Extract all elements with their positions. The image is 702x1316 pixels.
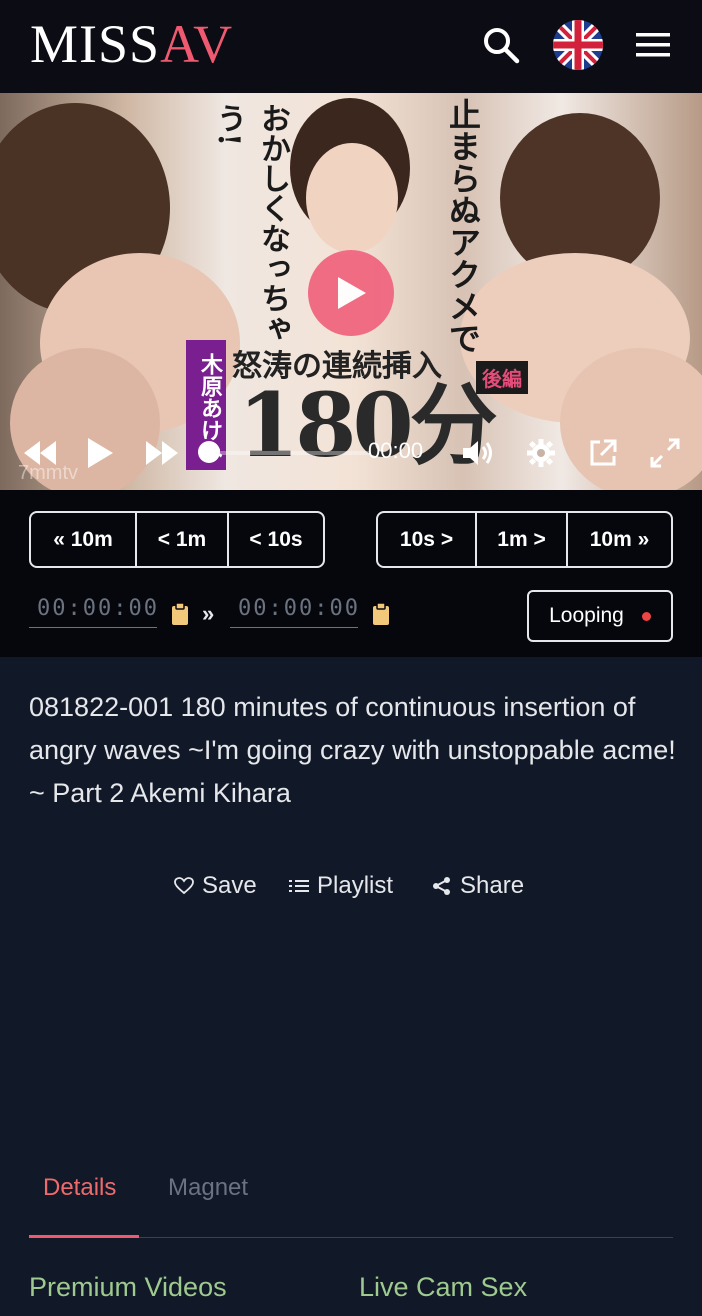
- seek-forward-10m-button[interactable]: 10m »: [568, 513, 671, 566]
- settings-icon[interactable]: [524, 433, 558, 473]
- current-time: 00:00: [368, 438, 424, 463]
- seek-back-10m-button[interactable]: « 10m: [31, 513, 137, 566]
- looping-label: Looping: [549, 604, 624, 627]
- playlist-button[interactable]: Playlist: [289, 866, 393, 906]
- uk-flag-icon[interactable]: [552, 19, 604, 71]
- premium-videos-link[interactable]: Premium Videos: [29, 1272, 227, 1303]
- search-icon[interactable]: [478, 22, 524, 68]
- details-tabs: Details Magnet: [29, 1166, 673, 1238]
- seek-bar[interactable]: [210, 451, 370, 455]
- top-navbar: MISSAV: [0, 0, 702, 93]
- thumbnail-number: 180分: [238, 373, 498, 477]
- thumbnail-text-left: おかしくなっちゃう!: [211, 103, 290, 343]
- range-separator: »: [202, 601, 215, 626]
- loop-end-input[interactable]: 00:00:00: [230, 596, 358, 628]
- seek-back-10s-button[interactable]: < 10s: [229, 513, 323, 566]
- video-player[interactable]: おかしくなっちゃう! 止まらぬアクメで 木原あけみ 怒涛の連続挿入 後編 180…: [0, 93, 702, 490]
- tab-magnet[interactable]: Magnet: [168, 1174, 248, 1202]
- seek-back-group: « 10m < 1m < 10s: [29, 511, 325, 568]
- list-icon: [289, 880, 309, 892]
- seek-forward-10s-button[interactable]: 10s >: [378, 513, 477, 566]
- fast-forward-icon[interactable]: [142, 433, 182, 473]
- site-logo[interactable]: MISSAV: [30, 14, 233, 74]
- looping-toggle-button[interactable]: Looping: [527, 590, 673, 642]
- clipboard-icon[interactable]: [372, 602, 390, 626]
- double-chevron-right-icon: »: [637, 527, 650, 551]
- seek-back-1m-button[interactable]: < 1m: [137, 513, 229, 566]
- logo-text-pink: AV: [160, 14, 234, 74]
- seek-forward-group: 10s > 1m > 10m »: [376, 511, 673, 568]
- video-title: 081822-001 180 minutes of continuous ins…: [29, 692, 676, 808]
- big-play-button[interactable]: [308, 250, 394, 336]
- hamburger-menu-icon[interactable]: [630, 22, 676, 68]
- thumbnail-text-right: 止まらぬアクメで: [444, 98, 482, 354]
- play-icon[interactable]: [84, 433, 116, 473]
- chevron-right-icon: >: [533, 527, 546, 551]
- seek-forward-1m-button[interactable]: 1m >: [477, 513, 568, 566]
- active-tab-indicator: [29, 1235, 139, 1238]
- thumbnail-figure: [306, 143, 398, 253]
- live-cam-link[interactable]: Live Cam Sex: [359, 1272, 527, 1303]
- loop-toolbar: « 10m < 1m < 10s 10s > 1m > 10m » 00:00:…: [0, 490, 702, 657]
- action-bar: Save Playlist Share: [0, 866, 702, 906]
- heart-icon: [174, 877, 194, 895]
- status-dot: [641, 611, 651, 621]
- fullscreen-icon[interactable]: [647, 433, 683, 473]
- chevron-left-icon: <: [249, 527, 262, 551]
- popout-icon[interactable]: [586, 433, 620, 473]
- tab-details[interactable]: Details: [43, 1174, 116, 1202]
- clipboard-icon[interactable]: [171, 602, 189, 626]
- chevron-right-icon: >: [440, 527, 454, 551]
- save-button[interactable]: Save: [174, 866, 257, 906]
- double-chevron-left-icon: «: [53, 527, 65, 551]
- seek-handle[interactable]: [198, 441, 220, 463]
- chevron-left-icon: <: [157, 527, 171, 551]
- share-button[interactable]: Share: [432, 866, 524, 906]
- loop-start-input[interactable]: 00:00:00: [29, 596, 157, 628]
- volume-icon[interactable]: [460, 433, 496, 473]
- share-icon: [433, 877, 450, 895]
- rewind-icon[interactable]: [20, 433, 60, 473]
- logo-text-white: MISS: [30, 14, 161, 74]
